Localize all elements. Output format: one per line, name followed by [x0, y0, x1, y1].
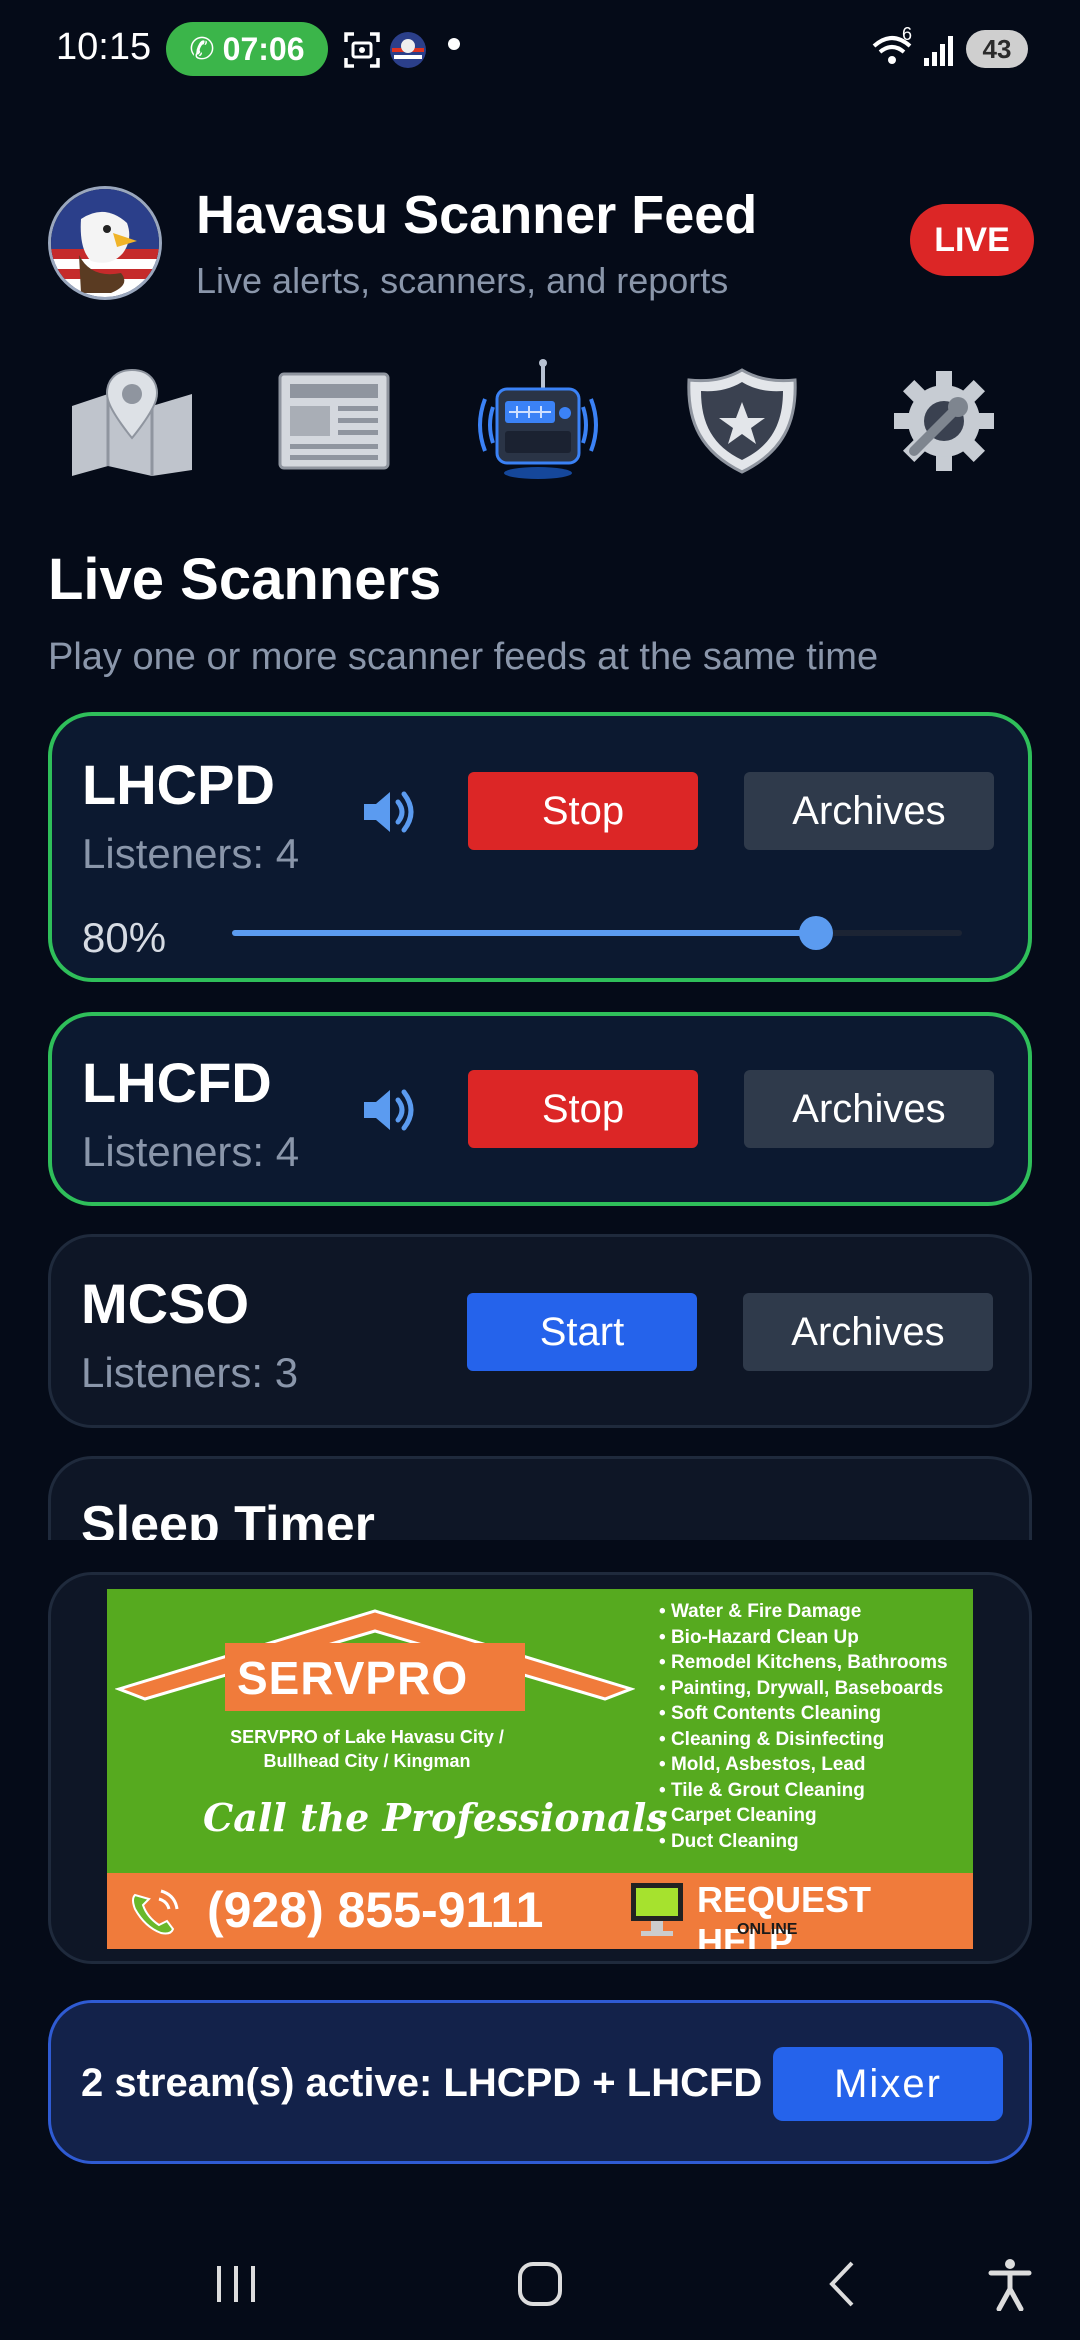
- feed-name: MCSO: [81, 1272, 249, 1335]
- ad-service-item: • Tile & Grout Cleaning: [659, 1779, 865, 1801]
- sleep-timer-card[interactable]: Sleep Timer: [48, 1456, 1032, 1540]
- archives-button[interactable]: Archives: [743, 1293, 993, 1371]
- feed-listeners: Listeners: 4: [82, 1128, 300, 1175]
- start-button[interactable]: Start: [467, 1293, 697, 1371]
- sleep-timer-title: Sleep Timer: [81, 1496, 375, 1540]
- ad-brand: SERVPRO: [237, 1652, 469, 1704]
- signal-icon: [924, 36, 953, 66]
- feed-card-mcso: MCSO Listeners: 3 Start Archives: [48, 1234, 1032, 1428]
- nav-map-button[interactable]: [62, 356, 202, 486]
- map-pin-icon: [72, 368, 192, 476]
- speaker-volume-icon[interactable]: [358, 1080, 418, 1140]
- volume-slider-thumb[interactable]: [799, 916, 833, 950]
- app-logo-eagle: [48, 186, 162, 300]
- active-streams-text: 2 stream(s) active: LHCPD + LHCFD: [81, 2061, 763, 2105]
- section-title: Live Scanners: [48, 547, 442, 612]
- ad-service-item: • Duct Cleaning: [659, 1830, 799, 1852]
- stop-button[interactable]: Stop: [468, 772, 698, 850]
- app-screen: 10:15 ✆ 07:06 6 43 Havasu Scanner Feed L…: [0, 0, 1080, 2340]
- speaker-volume-icon[interactable]: [358, 782, 418, 842]
- ad-service-item: • Soft Contents Cleaning: [659, 1703, 881, 1724]
- volume-slider[interactable]: [232, 916, 962, 950]
- phone-icon: ✆: [189, 32, 215, 66]
- ad-online-label: ONLINE: [737, 1921, 798, 1938]
- phone-icon: [132, 1889, 179, 1935]
- screenshot-icon: [344, 32, 380, 68]
- ad-service-item: • Carpet Cleaning: [659, 1805, 817, 1826]
- nav-police-button[interactable]: [672, 356, 812, 486]
- recent-apps-button[interactable]: [196, 2254, 276, 2314]
- app-subtitle: Live alerts, scanners, and reports: [196, 260, 729, 301]
- ad-card: SERVPRO SERVPRO of Lake Havasu City / Bu…: [48, 1572, 1032, 1964]
- wifi-generation-label: 6: [902, 24, 913, 44]
- radio-scanner-icon: [478, 359, 598, 479]
- home-icon: [518, 2262, 562, 2306]
- active-streams-bar: 2 stream(s) active: LHCPD + LHCFD Mixer: [48, 2000, 1032, 2164]
- app-notification-icon: [390, 32, 426, 68]
- section-subtitle: Play one or more scanner feeds at the sa…: [48, 636, 879, 678]
- ad-location-line: Bullhead City / Kingman: [263, 1751, 471, 1771]
- nav-news-button[interactable]: [264, 356, 404, 486]
- feed-listeners: Listeners: 4: [82, 830, 300, 877]
- settings-gear-icon: [894, 371, 994, 471]
- ad-location: SERVPRO of Lake Havasu City / Bullhead C…: [187, 1725, 547, 1773]
- ad-service-item: • Mold, Asbestos, Lead: [659, 1754, 866, 1775]
- ad-tagline: Call the Professionals: [203, 1795, 668, 1840]
- volume-slider-fill: [232, 930, 816, 936]
- feed-card-lhcfd: LHCFD Listeners: 4 Stop Archives: [48, 1012, 1032, 1206]
- ad-location-line: SERVPRO of Lake Havasu City /: [230, 1727, 504, 1747]
- live-badge: LIVE: [910, 204, 1034, 276]
- archives-button[interactable]: Archives: [744, 772, 994, 850]
- archives-button[interactable]: Archives: [744, 1070, 994, 1148]
- status-time: 10:15: [56, 26, 152, 68]
- volume-percent: 80%: [82, 914, 167, 961]
- police-badge-icon: [687, 368, 797, 474]
- system-navigation-bar: [0, 2230, 1080, 2340]
- ad-contact-strip: (928) 855-9111 REQUEST HELP ONLINE: [107, 1873, 973, 1949]
- feed-listeners: Listeners: 3: [81, 1349, 299, 1396]
- more-notifications-dot: [448, 38, 460, 50]
- ongoing-call-pill[interactable]: ✆ 07:06: [166, 22, 328, 76]
- feed-name: LHCPD: [82, 753, 275, 816]
- ad-service-item: • Bio-Hazard Clean Up: [659, 1626, 859, 1648]
- call-duration: 07:06: [222, 30, 305, 67]
- accessibility-icon: [988, 2259, 1032, 2311]
- ad-phone-number: (928) 855-9111: [207, 1882, 544, 1938]
- mixer-button[interactable]: Mixer: [773, 2047, 1003, 2121]
- ad-services-list: • Water & Fire Damage • Bio-Hazard Clean…: [659, 1599, 948, 1854]
- ad-service-item: • Cleaning & Disinfecting: [659, 1728, 885, 1750]
- feed-card-lhcpd: LHCPD Listeners: 4 Stop Archives 80%: [48, 712, 1032, 982]
- nav-scanners-button[interactable]: [468, 356, 608, 486]
- stop-button[interactable]: Stop: [468, 1070, 698, 1148]
- recent-apps-icon: [217, 2266, 255, 2302]
- newspaper-icon: [278, 372, 390, 470]
- feed-name: LHCFD: [82, 1051, 272, 1114]
- accessibility-button[interactable]: [970, 2254, 1050, 2314]
- ad-service-item: • Water & Fire Damage: [659, 1601, 862, 1622]
- battery-indicator: 43: [966, 30, 1028, 68]
- ad-service-item: • Remodel Kitchens, Bathrooms: [659, 1652, 948, 1673]
- home-button[interactable]: [500, 2254, 580, 2314]
- servpro-ad-banner[interactable]: SERVPRO SERVPRO of Lake Havasu City / Bu…: [107, 1589, 973, 1949]
- app-title: Havasu Scanner Feed: [196, 185, 758, 245]
- back-chevron-icon: [829, 2261, 854, 2307]
- status-bar: 10:15 ✆ 07:06 6 43: [0, 0, 1080, 100]
- back-button[interactable]: [802, 2254, 882, 2314]
- ad-service-item: • Painting, Drywall, Baseboards: [659, 1677, 944, 1699]
- nav-settings-button[interactable]: [874, 356, 1014, 486]
- computer-monitor-icon: [631, 1883, 683, 1936]
